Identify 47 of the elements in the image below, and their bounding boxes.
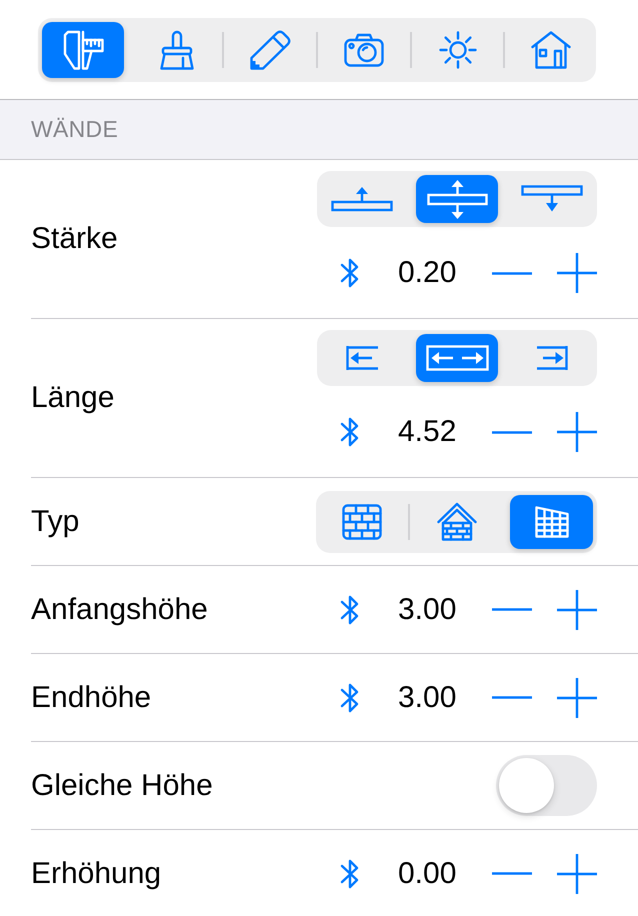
plus-icon	[557, 412, 597, 452]
segment-button[interactable]	[510, 494, 593, 548]
minus-icon	[492, 272, 532, 274]
grid-wall-icon	[534, 506, 568, 538]
segment-button[interactable]	[416, 175, 498, 223]
bar-arrow-up-icon	[331, 186, 394, 212]
value-text: 0.00	[398, 856, 458, 890]
section-header: WÄNDE	[31, 116, 118, 143]
pencil-icon	[250, 30, 291, 70]
segment-button[interactable]	[416, 334, 498, 382]
plus-button[interactable]	[557, 854, 597, 894]
value-text: 4.52	[398, 415, 458, 449]
brick-wall-icon	[342, 504, 382, 540]
bracket-arrow-left-icon	[346, 345, 379, 371]
plus-icon	[557, 678, 597, 718]
plus-button[interactable]	[557, 253, 597, 293]
caliper-icon	[62, 29, 104, 70]
bar-double-arrow-icon	[426, 178, 488, 220]
minus-icon	[492, 872, 532, 875]
plus-icon	[557, 590, 597, 630]
sun-icon	[438, 30, 477, 68]
row-label: Erhöhung	[31, 856, 162, 890]
minus-icon	[492, 696, 532, 699]
plus-button[interactable]	[557, 590, 597, 630]
house-icon	[531, 30, 572, 68]
value-text: 0.20	[398, 256, 458, 290]
row-label: Länge	[31, 381, 114, 415]
value-text: 3.00	[398, 680, 458, 714]
segment-button[interactable]	[42, 22, 124, 78]
plus-button[interactable]	[557, 412, 597, 452]
brick-house-icon	[436, 502, 476, 541]
bar-arrow-down-icon	[520, 185, 583, 213]
bracket-arrow-right-icon	[536, 345, 568, 371]
row-label: Anfangshöhe	[31, 592, 208, 626]
row-label: Typ	[31, 504, 80, 538]
row-label: Gleiche Höhe	[31, 768, 213, 802]
minus-icon	[492, 430, 532, 434]
row-label: Endhöhe	[31, 680, 152, 714]
row-label: Stärke	[31, 222, 118, 256]
plus-icon	[557, 253, 597, 293]
plus-button[interactable]	[557, 678, 597, 718]
minus-icon	[492, 608, 532, 611]
brush-icon	[160, 30, 194, 70]
toggle-knob	[499, 758, 554, 813]
camera-icon	[344, 32, 384, 66]
value-text: 3.00	[398, 592, 458, 626]
plus-icon	[557, 854, 597, 894]
